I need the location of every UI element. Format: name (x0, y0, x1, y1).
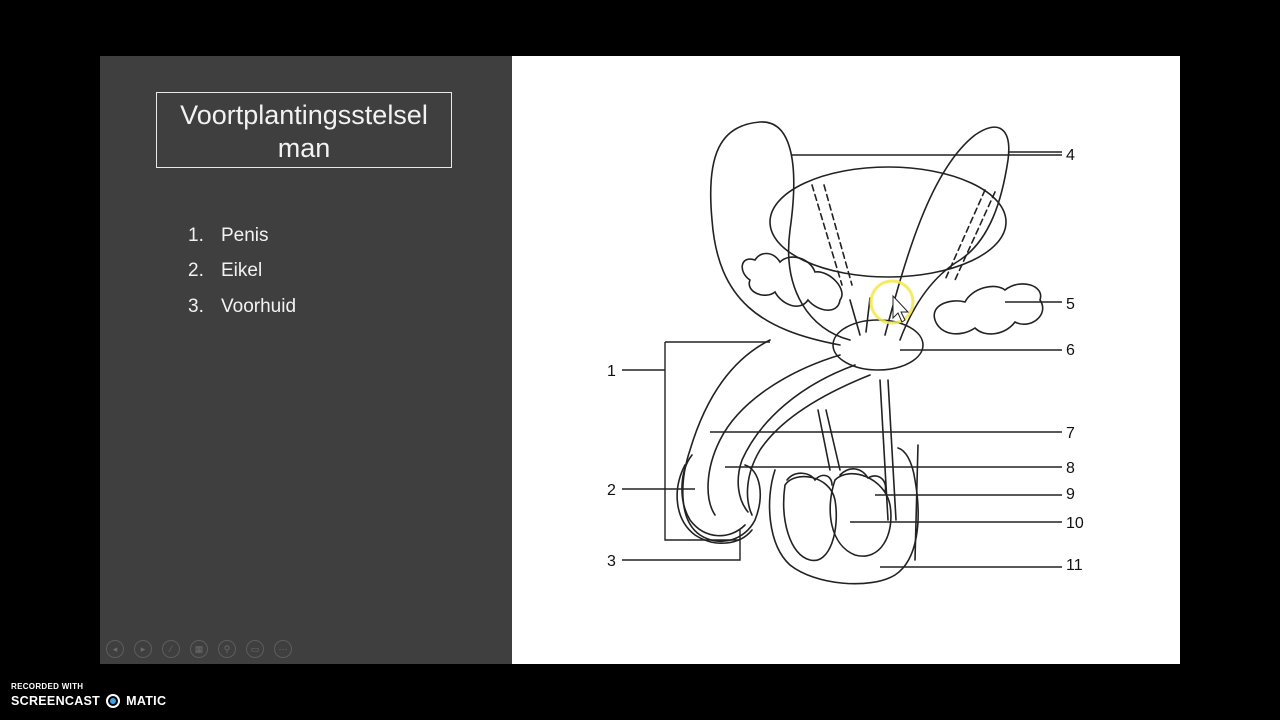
diagram-label-5: 5 (1066, 296, 1075, 313)
seminal-vesicle-right (933, 283, 1044, 335)
prostate (832, 319, 924, 371)
zoom-icon[interactable]: ⚲ (218, 640, 236, 658)
title-line-2: man (277, 133, 331, 163)
bullet-item: 3. Voorhuid (188, 289, 296, 325)
watermark-brand-right: MATIC (126, 694, 167, 708)
diagram-label-4: 4 (1066, 147, 1075, 164)
bullet-number: 2. (188, 260, 204, 282)
foreskin (676, 464, 753, 545)
bullet-text: Penis (221, 224, 269, 246)
bullet-number: 3. (188, 295, 204, 317)
diagram-label-6: 6 (1066, 342, 1075, 359)
watermark-brand: SCREENCAST MATIC (11, 694, 166, 708)
diagram-label-7: 7 (1066, 425, 1075, 442)
diagram-label-2: 2 (607, 482, 616, 499)
testis-right (829, 472, 892, 557)
slide-left-panel: Voortplantingsstelsel man 1. Penis 2. Ei… (100, 56, 512, 664)
pen-icon[interactable]: ⁄ (162, 640, 180, 658)
penis-outer (682, 339, 771, 543)
slideshow-controls: ◂ ▸ ⁄ ▦ ⚲ ▭ ⋯ (106, 640, 292, 658)
cursor-highlight (869, 279, 915, 325)
reproductive-system-diagram: 4 5 6 7 8 9 10 11 1 2 3 (607, 121, 1084, 585)
previous-slide-icon[interactable]: ◂ (106, 640, 124, 658)
see-all-slides-icon[interactable]: ▦ (190, 640, 208, 658)
bullet-text: Eikel (221, 260, 263, 282)
bullet-text: Voorhuid (221, 295, 297, 317)
bullet-item: 2. Eikel (188, 254, 296, 290)
next-slide-icon[interactable]: ▸ (134, 640, 152, 658)
subtitles-icon[interactable]: ▭ (246, 640, 264, 658)
more-options-icon[interactable]: ⋯ (274, 640, 292, 658)
watermark-recorded-with: RECORDED WITH (11, 682, 84, 691)
title-line-1: Voortplantingsstelsel (180, 100, 428, 130)
slide-right-panel: 4 5 6 7 8 9 10 11 1 2 3 (512, 56, 1180, 664)
diagram-label-8: 8 (1066, 460, 1075, 477)
urethra (746, 374, 871, 516)
screencast-logo-icon (106, 694, 121, 708)
testis-left (782, 475, 838, 562)
watermark-brand-left: SCREENCAST (11, 694, 101, 708)
penis-inner-2 (737, 364, 856, 513)
bullet-item: 1. Penis (188, 218, 296, 254)
diagram-label-9: 9 (1066, 486, 1075, 503)
penis-inner-1 (707, 354, 841, 516)
screencast-watermark: RECORDED WITH SCREENCAST MATIC (11, 682, 166, 708)
bullet-number: 1. (188, 224, 204, 246)
bullet-list: 1. Penis 2. Eikel 3. Voorhuid (188, 218, 296, 325)
diagram-label-10: 10 (1066, 515, 1084, 532)
diagram-label-3: 3 (607, 553, 616, 570)
diagram-label-11: 11 (1066, 557, 1083, 574)
diagram-label-1: 1 (607, 363, 616, 380)
slide-title: Voortplantingsstelsel man (156, 92, 452, 168)
